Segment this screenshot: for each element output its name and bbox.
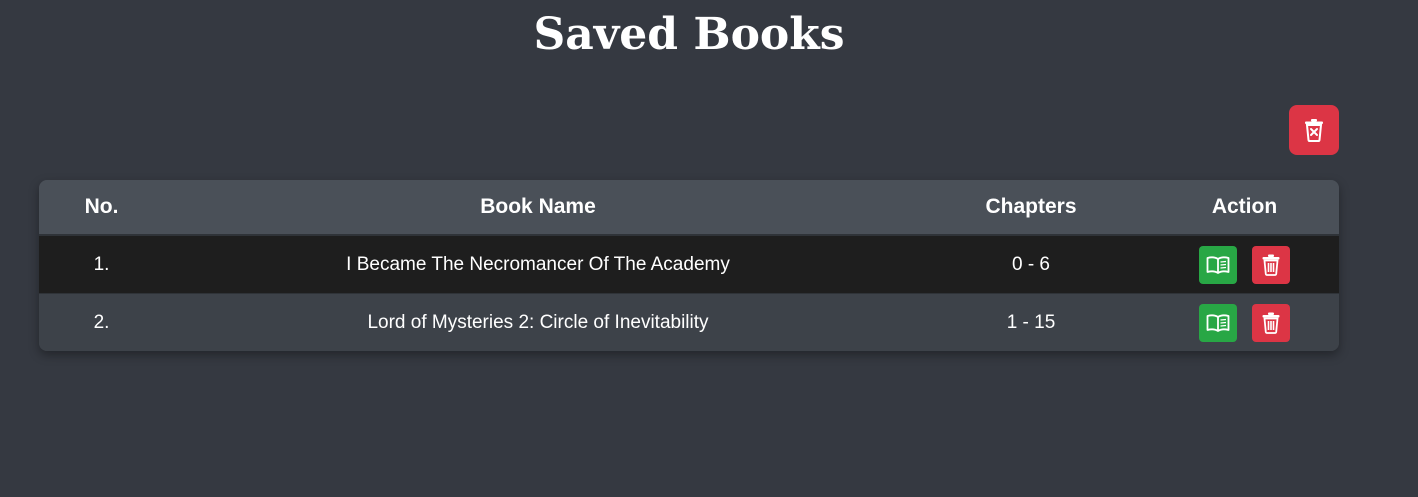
row-actions [1150,294,1339,352]
column-header-chapters: Chapters [912,180,1150,236]
column-header-book-name: Book Name [164,180,912,236]
delete-book-button[interactable] [1252,245,1290,284]
trash-x-icon [1303,118,1325,142]
row-number: 2. [93,311,110,333]
saved-books-page: Saved Books No. Book Name Chapters Actio… [0,0,1418,497]
trash-icon [1262,312,1280,334]
table-row: 1. I Became The Necromancer Of The Acade… [39,235,1339,294]
book-name: I Became The Necromancer Of The Academy [164,235,912,294]
saved-books-table: No. Book Name Chapters Action 1. I Becam… [39,180,1339,351]
column-header-no: No. [39,180,164,236]
trash-icon [1262,254,1280,276]
row-actions [1150,235,1339,294]
page-title: Saved Books [533,9,845,60]
chapter-range: 1 - 15 [1006,311,1056,333]
book-name: Lord of Mysteries 2: Circle of Inevitabi… [367,311,709,333]
table-header-row: No. Book Name Chapters Action [39,180,1339,236]
column-header-action: Action [1150,180,1339,236]
book-open-icon [1206,313,1230,333]
table-row: 2. Lord of Mysteries 2: Circle of Inevit… [39,293,1339,352]
book-open-icon [1206,255,1230,275]
delete-book-button[interactable] [1252,303,1290,342]
chapter-range: 0 - 6 [912,235,1150,294]
read-book-button[interactable] [1199,245,1237,284]
read-book-button[interactable] [1199,303,1237,342]
row-number: 1. [39,235,164,294]
clear-all-button[interactable] [1289,105,1339,155]
